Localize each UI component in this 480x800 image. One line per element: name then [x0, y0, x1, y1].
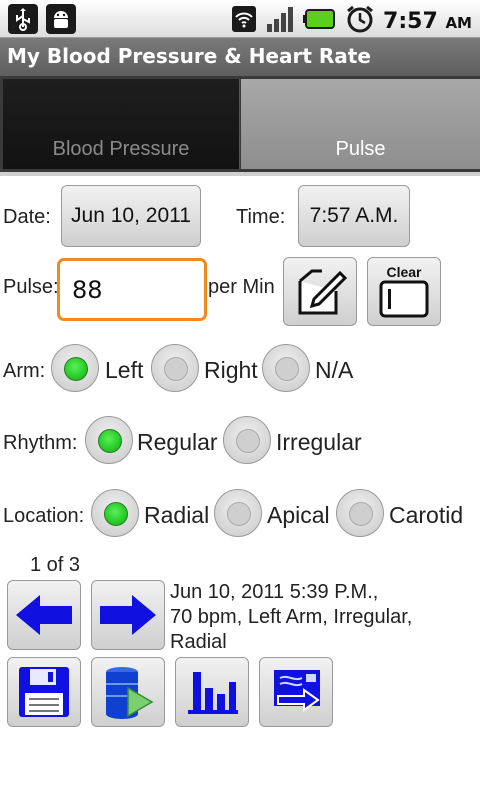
- arm-na-label: N/A: [315, 357, 354, 383]
- rhythm-irregular-radio[interactable]: [223, 416, 271, 464]
- rhythm-label: Rhythm:: [3, 432, 78, 454]
- database-play-icon: [106, 667, 154, 719]
- clear-icon: [379, 280, 429, 317]
- pulse-label: Pulse:: [3, 276, 59, 298]
- time-value: 7:57 A.M.: [309, 204, 399, 227]
- time-button[interactable]: 7:57 A.M.: [298, 185, 410, 247]
- arrow-left-icon: [16, 595, 72, 635]
- title-bar: My Blood Pressure & Heart Rate: [0, 38, 480, 76]
- send-mail-icon: [274, 670, 320, 712]
- tab-pulse[interactable]: Pulse: [241, 79, 480, 169]
- save-button[interactable]: [7, 657, 81, 727]
- location-carotid-label: Carotid: [389, 502, 464, 528]
- rhythm-irregular-label: Irregular: [276, 429, 362, 455]
- location-carotid-radio[interactable]: [336, 489, 384, 537]
- pulse-value: 88: [72, 275, 103, 304]
- time-label: Time:: [236, 206, 286, 228]
- tab-blood-pressure[interactable]: Blood Pressure: [3, 79, 240, 169]
- edit-button[interactable]: [283, 257, 357, 326]
- bar-chart-icon: [188, 672, 238, 714]
- app-title: My Blood Pressure & Heart Rate: [7, 44, 371, 68]
- history-counter: 1 of 3: [30, 554, 81, 576]
- location-apical-radio[interactable]: [214, 489, 262, 537]
- history-entry: Jun 10, 2011 5:39 P.M., 70 bpm, Left Arm…: [170, 580, 470, 655]
- history-entry-line3: Radial: [170, 631, 227, 653]
- clock-time: 7:57: [383, 8, 438, 34]
- location-label: Location:: [3, 505, 85, 527]
- edit-icon: [298, 269, 348, 314]
- signal-icon: [265, 4, 295, 38]
- location-radial-label: Radial: [144, 502, 210, 528]
- clear-button[interactable]: Clear: [367, 257, 441, 326]
- rhythm-regular-radio[interactable]: [85, 416, 133, 464]
- android-debug-icon: [46, 4, 76, 34]
- location-apical-label: Apical: [267, 502, 330, 528]
- battery-icon: [303, 7, 337, 35]
- arm-left-radio[interactable]: [51, 344, 99, 392]
- arm-na-radio[interactable]: [262, 344, 310, 392]
- previous-button[interactable]: [7, 580, 81, 650]
- chart-button[interactable]: [175, 657, 249, 727]
- rhythm-regular-label: Regular: [137, 429, 218, 455]
- wifi-icon: [231, 5, 257, 37]
- pulse-input[interactable]: 88: [57, 258, 207, 321]
- arm-left-label: Left: [105, 357, 144, 383]
- tab-blood-pressure-label: Blood Pressure: [52, 138, 190, 160]
- tab-divider: [0, 172, 480, 176]
- status-bar: 7:57 AM: [0, 0, 480, 38]
- alarm-icon: [345, 4, 375, 38]
- date-button[interactable]: Jun 10, 2011: [61, 185, 201, 247]
- usb-icon: [8, 4, 38, 34]
- history-entry-line1: Jun 10, 2011 5:39 P.M.,: [170, 581, 379, 603]
- clock: 7:57 AM: [383, 9, 472, 34]
- send-button[interactable]: [259, 657, 333, 727]
- tab-bar: Blood Pressure Pulse: [0, 76, 480, 172]
- clear-label: Clear: [386, 263, 422, 280]
- location-radial-radio[interactable]: [91, 489, 139, 537]
- next-button[interactable]: [91, 580, 165, 650]
- arm-right-radio[interactable]: [151, 344, 199, 392]
- save-disk-icon: [19, 667, 69, 717]
- clock-ampm: AM: [445, 13, 472, 32]
- date-value: Jun 10, 2011: [71, 204, 191, 227]
- pulse-unit-label: per Min: [208, 276, 275, 298]
- app-screen: 7:57 AM My Blood Pressure & Heart Rate B…: [0, 0, 480, 800]
- history-entry-line2: 70 bpm, Left Arm, Irregular,: [170, 606, 413, 628]
- database-export-button[interactable]: [91, 657, 165, 727]
- arm-right-label: Right: [204, 357, 258, 383]
- tab-pulse-label: Pulse: [335, 138, 386, 160]
- arrow-right-icon: [100, 595, 156, 635]
- arm-label: Arm:: [3, 360, 46, 382]
- date-label: Date:: [3, 206, 51, 228]
